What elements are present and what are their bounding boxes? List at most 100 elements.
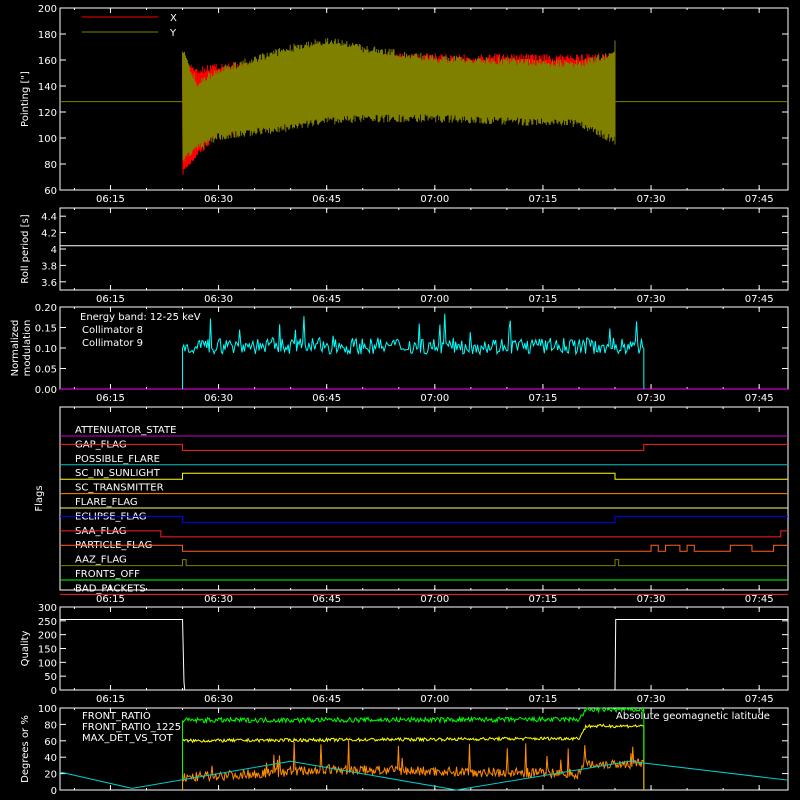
- x-tick-label: 07:45: [745, 294, 774, 305]
- x-tick-label: 06:15: [96, 694, 125, 705]
- y-tick-label: 0.20: [35, 303, 57, 314]
- y-axis-label: Normalized: [10, 320, 21, 377]
- legend-collimator-9: Collimator 9: [82, 338, 143, 349]
- panel-quality: 06:15 06:30 06:45 07:00 07:15 07:30 07:45 0 50 10…: [20, 603, 789, 705]
- x-tick-label: 07:15: [529, 393, 558, 404]
- collimator-8-line: [182, 313, 645, 390]
- y-axis-label: Pointing ["]: [20, 71, 31, 127]
- y-tick-label: 250: [38, 617, 57, 628]
- flag-label-aaz_flag: AAZ_FLAG: [75, 555, 127, 566]
- y-tick-label: 3.6: [41, 278, 57, 289]
- energy-band-annotation: Energy band: 12-25 keV: [80, 312, 201, 323]
- series-front_ratio-line: [182, 723, 645, 791]
- x-tick-label: 06:15: [96, 594, 125, 605]
- x-tick-label: 06:30: [204, 194, 233, 205]
- y-tick-label: 0: [51, 686, 57, 697]
- panel-pointing: 06:15 06:30 06:45 07:00 07:15 07:30 07:45 60 80 1…: [20, 4, 789, 205]
- y-tick-label: 0.15: [35, 324, 57, 335]
- y-axis-label: Quality: [20, 631, 31, 667]
- x-tick-label: 06:30: [204, 594, 233, 605]
- y-tick-label: 200: [38, 4, 57, 15]
- y-tick-label: 60: [44, 737, 57, 748]
- legend-collimator-8: Collimator 8: [82, 325, 143, 336]
- y-tick-label: 120: [38, 108, 57, 119]
- y-axis-label: Flags: [34, 485, 45, 511]
- y-tick-label: 80: [44, 720, 57, 731]
- x-tick-label: 07:30: [637, 393, 666, 404]
- x-tick-label: 06:45: [312, 294, 341, 305]
- x-tick-label: 07:30: [637, 594, 666, 605]
- x-tick-label: 06:30: [204, 393, 233, 404]
- x-tick-label: 07:30: [637, 694, 666, 705]
- panel-modulation: 06:15 06:30 06:45 07:00 07:15 07:30 07:45 0.00 0…: [10, 303, 789, 404]
- y-tick-label: 100: [38, 134, 57, 145]
- geomagnetic-latitude-line: [59, 760, 789, 791]
- x-tick-label: 06:45: [312, 393, 341, 404]
- panel-flags: 06:15 06:30 06:45 07:00 07:15 07:30 07:45 Flags…: [34, 406, 789, 605]
- y-tick-label: 0: [51, 786, 57, 797]
- flag-line-saa_flag: [60, 530, 788, 538]
- x-tick-label: 07:15: [529, 694, 558, 705]
- legend-max_det_vs_tot: MAX_DET_VS_TOT: [82, 733, 174, 744]
- y-tick-label: 60: [44, 186, 57, 197]
- x-tick-label: 07:00: [420, 694, 449, 705]
- y-tick-label: 4: [51, 245, 57, 256]
- x-tick-label: 06:15: [96, 294, 125, 305]
- y-tick-label: 80: [44, 160, 57, 171]
- flag-line-eclipse_flag: [60, 515, 788, 523]
- x-tick-label: 07:00: [420, 294, 449, 305]
- y-tick-label: 4.2: [41, 229, 57, 240]
- quality-line: [60, 618, 788, 691]
- x-tick-label: 07:30: [637, 294, 666, 305]
- x-tick-label: 07:00: [420, 393, 449, 404]
- y-tick-label: 100: [38, 658, 57, 669]
- y-tick-label: 100: [38, 704, 57, 715]
- panel-ratios: 0 20 40 60 80 100 Degrees or % FRONT_RATIOFRONT…: [20, 704, 789, 797]
- y-axis-label: Degrees or %: [20, 715, 31, 783]
- x-tick-label: 07:45: [745, 194, 774, 205]
- flag-line-aaz_flag: [60, 559, 788, 567]
- flag-line-particle_flag: [60, 544, 788, 552]
- flag-label-attenuator_state: ATTENUATOR_STATE: [75, 425, 176, 436]
- quicklook-plots: 06:15 06:30 06:45 07:00 07:15 07:30 07:45 60 80 1…: [10, 4, 789, 797]
- legend-front_ratio: FRONT_RATIO: [82, 711, 151, 722]
- y-tick-label: 180: [38, 30, 57, 41]
- x-tick-label: 06:45: [312, 694, 341, 705]
- flag-label-fronts_off: FRONTS_OFF: [75, 569, 140, 580]
- y-tick-label: 0.05: [35, 365, 57, 376]
- x-tick-label: 07:00: [420, 194, 449, 205]
- x-tick-label: 07:45: [745, 694, 774, 705]
- x-tick-label: 06:30: [204, 694, 233, 705]
- y-tick-label: 160: [38, 56, 57, 67]
- legend-geomagnetic-latitude: Absolute geomagnetic latitude: [616, 711, 770, 722]
- y-tick-label: 140: [38, 82, 57, 93]
- y-axis-label: modulation: [22, 320, 33, 377]
- legend-front_ratio_1225: FRONT_RATIO_1225: [82, 722, 181, 733]
- x-tick-label: 07:45: [745, 594, 774, 605]
- x-tick-label: 07:15: [529, 294, 558, 305]
- flag-line-gap_flag: [60, 443, 788, 451]
- x-tick-label: 07:45: [745, 393, 774, 404]
- x-tick-label: 06:15: [96, 393, 125, 404]
- y-tick-label: 4.4: [41, 212, 57, 223]
- legend-label-x: X: [170, 13, 177, 24]
- flag-label-flare_flag: FLARE_FLAG: [75, 497, 138, 508]
- x-tick-label: 06:45: [312, 194, 341, 205]
- x-tick-label: 07:15: [529, 194, 558, 205]
- y-tick-label: 40: [44, 753, 57, 764]
- y-tick-label: 0.10: [35, 344, 57, 355]
- y-tick-label: 0.00: [35, 385, 57, 396]
- x-tick-label: 07:00: [420, 594, 449, 605]
- y-tick-label: 150: [38, 645, 57, 656]
- legend-label-y: Y: [169, 28, 177, 39]
- flag-label-possible_flare: POSSIBLE_FLARE: [75, 454, 160, 465]
- panel-roll_period: 06:15 06:30 06:45 07:00 07:15 07:30 07:45 3.6 3.…: [20, 207, 789, 305]
- flag-label-bad_packets: BAD_PACKETS: [75, 583, 146, 594]
- flag-label-sc_in_sunlight: SC_IN_SUNLIGHT: [75, 468, 161, 479]
- x-tick-label: 07:15: [529, 594, 558, 605]
- y-tick-label: 50: [44, 672, 57, 683]
- flag-label-sc_transmitter: SC_TRANSMITTER: [75, 483, 164, 494]
- y-axis-label: Roll period [s]: [20, 214, 31, 283]
- x-tick-label: 07:30: [637, 194, 666, 205]
- y-tick-label: 200: [38, 631, 57, 642]
